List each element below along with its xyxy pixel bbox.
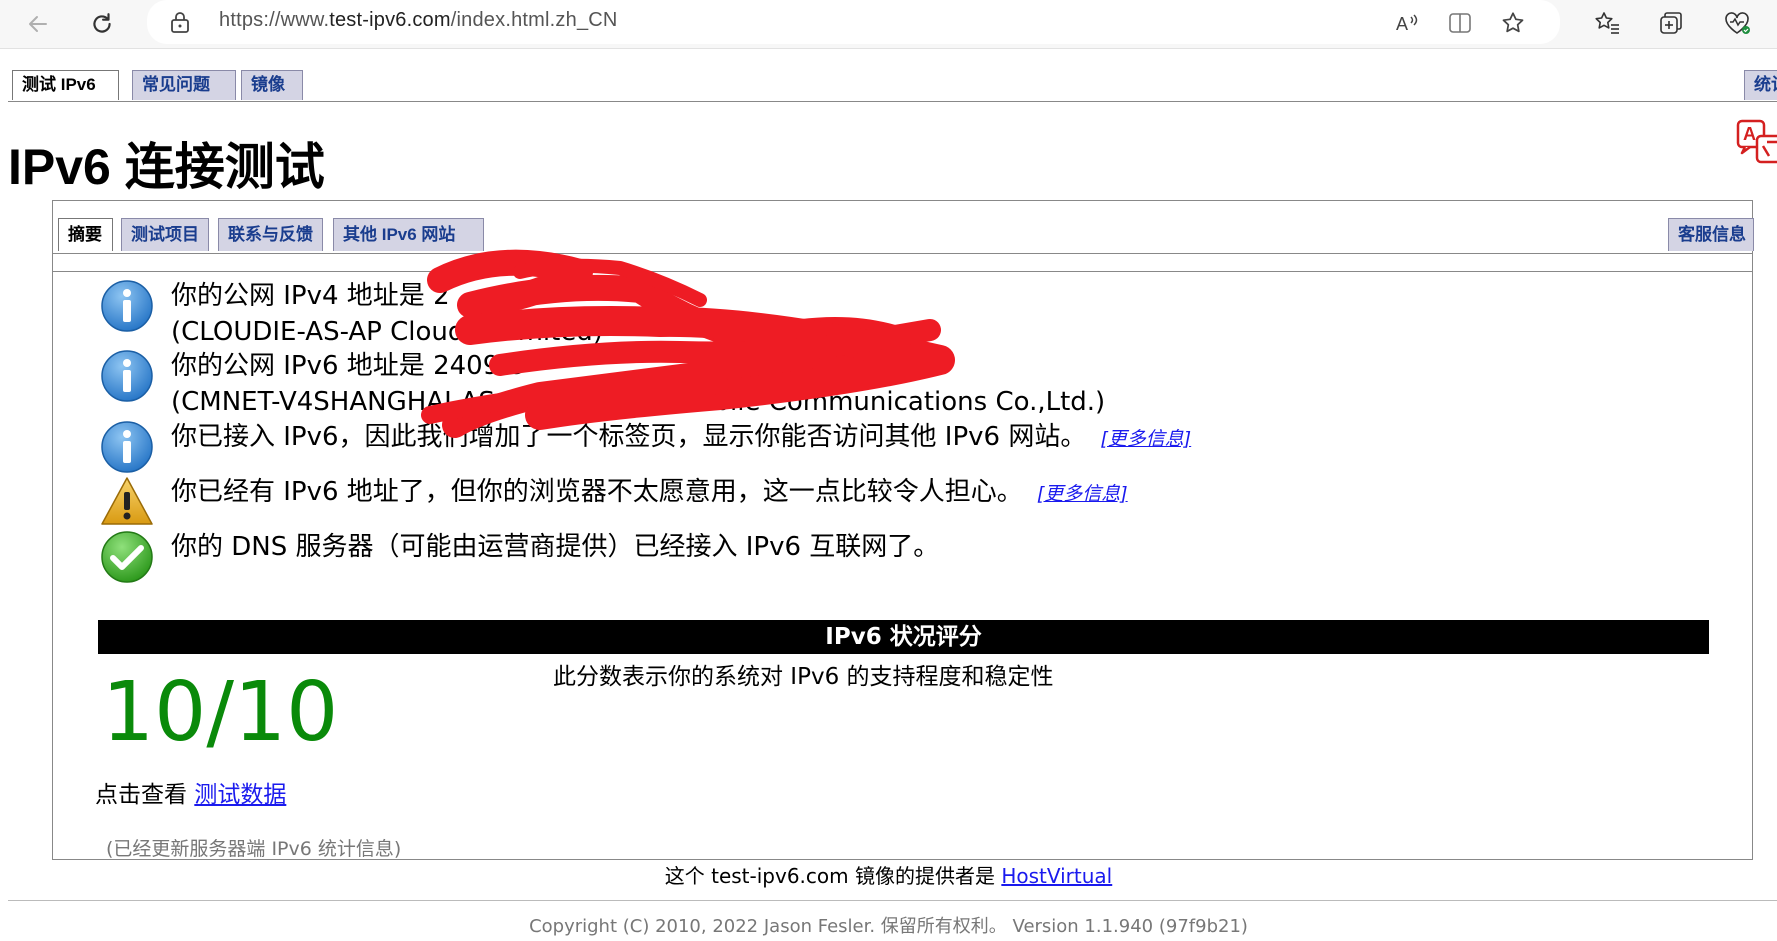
mirror-link[interactable]: HostVirtual bbox=[1001, 864, 1112, 888]
score-description: 此分数表示你的系统对 IPv6 的支持程度和稳定性 bbox=[553, 664, 1054, 690]
dns-text: 你的 DNS 服务器（可能由运营商提供）已经接入 IPv6 互联网了。 bbox=[171, 532, 940, 562]
message-text: 你的 DNS 服务器（可能由运营商提供）已经接入 IPv6 互联网了。 bbox=[171, 529, 939, 565]
url-suffix: /index.html.zh_CN bbox=[450, 9, 618, 31]
content-divider bbox=[53, 271, 1752, 272]
refresh-icon[interactable] bbox=[84, 6, 120, 42]
address-bar[interactable]: https://www.test-ipv6.com/index.html.zh_… bbox=[147, 0, 1560, 44]
lock-icon[interactable] bbox=[169, 10, 191, 38]
copyright: Copyright (C) 2010, 2022 Jason Fesler. 保… bbox=[529, 916, 1248, 937]
tab-stats[interactable]: 统计 bbox=[1744, 70, 1777, 100]
tab-test-ipv6[interactable]: 测试 IPv6 bbox=[12, 70, 119, 100]
svg-text:A: A bbox=[1743, 124, 1756, 144]
more-info-link[interactable]: [更多信息] bbox=[1100, 428, 1191, 450]
content-frame: 摘要 测试项目 联系与反馈 其他 IPv6 网站 客服信息 你的公网 IPv4 … bbox=[52, 200, 1754, 860]
favorite-star-icon[interactable] bbox=[1498, 8, 1528, 38]
score-value: 10/10 bbox=[102, 665, 339, 760]
inner-tabs-divider bbox=[53, 253, 1752, 254]
translate-icon[interactable]: A bbox=[1733, 118, 1777, 172]
url-text[interactable]: https://www.test-ipv6.com/index.html.zh_… bbox=[219, 9, 618, 32]
tab-tests-run[interactable]: 测试项目 bbox=[121, 218, 209, 251]
tab-summary[interactable]: 摘要 bbox=[58, 218, 113, 251]
message-text: 你的公网 IPv4 地址是 2 (CLOUDIE-AS-AP Cloudie L… bbox=[171, 278, 603, 350]
message-text: 你已接入 IPv6，因此我们增加了一个标签页，显示你能否访问其他 IPv6 网站… bbox=[171, 419, 1191, 457]
test-data-link[interactable]: 测试数据 bbox=[194, 782, 286, 808]
url-domain: test-ipv6.com bbox=[329, 9, 451, 31]
browser-toolbar: https://www.test-ipv6.com/index.html.zh_… bbox=[0, 0, 1777, 49]
favorites-icon[interactable] bbox=[1592, 8, 1622, 38]
view-test-data: 点击查看 测试数据 bbox=[95, 779, 286, 811]
page-title: IPv6 连接测试 bbox=[8, 139, 325, 195]
collections-icon[interactable] bbox=[1656, 8, 1686, 38]
url-prefix: https://www. bbox=[219, 9, 330, 31]
dns-ipv6-message: 你的 DNS 服务器（可能由运营商提供）已经接入 IPv6 互联网了。 bbox=[99, 529, 939, 585]
message-text: 你已经有 IPv6 地址了，但你的浏览器不太愿意用，这一点比较令人担心。 [更多信… bbox=[171, 474, 1128, 512]
ipv6-asn-line: (CMNET-V4SHANGHAI-AS-AP Shanghai Mobile … bbox=[171, 387, 1106, 417]
tab-other-sites[interactable]: 其他 IPv6 网站 bbox=[333, 218, 484, 251]
mirror-prefix: 这个 test-ipv6.com 镜像的提供者是 bbox=[664, 864, 995, 888]
read-aloud-icon[interactable]: A bbox=[1393, 8, 1423, 38]
view-data-prefix: 点击查看 bbox=[95, 782, 187, 808]
stats-updated-note: (已经更新服务器端 IPv6 统计信息) bbox=[106, 838, 402, 860]
browser-essentials-icon[interactable] bbox=[1722, 8, 1752, 38]
info-icon bbox=[101, 280, 153, 332]
ipv6-tab-added-message: 你已接入 IPv6，因此我们增加了一个标签页，显示你能否访问其他 IPv6 网站… bbox=[99, 419, 1191, 475]
ipv4-line: 你的公网 IPv4 地址是 2 bbox=[171, 281, 450, 311]
footer-divider bbox=[8, 900, 1777, 901]
tab-contact[interactable]: 联系与反馈 bbox=[218, 218, 323, 251]
browser-ipv6-warning-message: 你已经有 IPv6 地址了，但你的浏览器不太愿意用，这一点比较令人担心。 [更多信… bbox=[99, 474, 1128, 530]
svg-text:A: A bbox=[1396, 14, 1408, 34]
ipv6-line: 你的公网 IPv6 地址是 2409:8 bbox=[171, 351, 525, 381]
tab-added-text: 你已接入 IPv6，因此我们增加了一个标签页，显示你能否访问其他 IPv6 网站… bbox=[171, 422, 1087, 452]
score-header: IPv6 状况评分 bbox=[98, 620, 1709, 654]
check-icon bbox=[101, 531, 153, 583]
warning-icon bbox=[101, 477, 153, 525]
warning-text: 你已经有 IPv6 地址了，但你的浏览器不太愿意用，这一点比较令人担心。 bbox=[171, 477, 1023, 507]
mirror-provider: 这个 test-ipv6.com 镜像的提供者是 HostVirtual bbox=[0, 860, 1777, 892]
back-icon[interactable] bbox=[20, 6, 56, 42]
split-screen-icon[interactable] bbox=[1445, 8, 1475, 38]
tab-helpdesk[interactable]: 客服信息 bbox=[1668, 218, 1754, 251]
message-text: 你的公网 IPv6 地址是 2409:8 (CMNET-V4SHANGHAI-A… bbox=[171, 348, 1105, 420]
ipv4-address-message: 你的公网 IPv4 地址是 2 (CLOUDIE-AS-AP Cloudie L… bbox=[99, 278, 603, 350]
info-icon bbox=[101, 350, 153, 402]
tabs-divider bbox=[8, 101, 1777, 102]
tab-faq[interactable]: 常见问题 bbox=[132, 70, 236, 100]
ipv4-asn-line: (CLOUDIE-AS-AP Cloudie Limited) bbox=[171, 317, 603, 347]
tab-mirrors[interactable]: 镜像 bbox=[241, 70, 303, 100]
ipv6-address-message: 你的公网 IPv6 地址是 2409:8 (CMNET-V4SHANGHAI-A… bbox=[99, 348, 1105, 420]
more-info-link[interactable]: [更多信息] bbox=[1037, 483, 1128, 505]
info-icon bbox=[101, 421, 153, 473]
